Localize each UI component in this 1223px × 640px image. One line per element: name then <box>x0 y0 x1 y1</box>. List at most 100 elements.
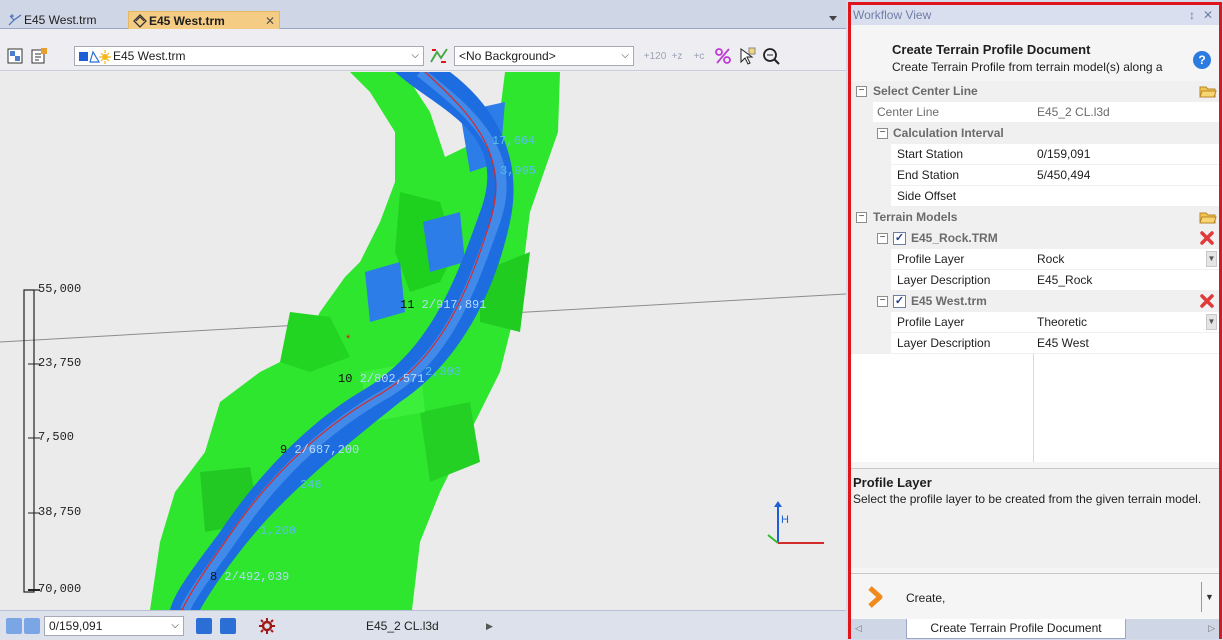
first-station-icon[interactable] <box>6 618 22 634</box>
collapse-icon[interactable]: − <box>856 212 867 223</box>
document-tabstrip: E45 West.trm E45 West.trm ✕ <box>0 0 846 29</box>
property-label: Profile Layer <box>897 315 965 329</box>
property-row-center-line[interactable]: Center Line E45_2 CL.l3d <box>851 102 1219 123</box>
label-120-icon[interactable]: +120 <box>643 45 667 67</box>
previous-station-icon[interactable] <box>24 618 40 634</box>
workflow-header-description: Create Terrain Profile from terrain mode… <box>892 60 1163 74</box>
svg-text:*: * <box>346 333 351 345</box>
tab-create-terrain-profile-document[interactable]: Create Terrain Profile Document <box>906 619 1126 639</box>
remove-model-icon[interactable] <box>1199 230 1215 246</box>
category-select-center-line[interactable]: − Select Center Line <box>851 81 1219 102</box>
property-label: Layer Description <box>897 336 991 350</box>
property-value: Theoretic <box>1037 315 1088 329</box>
scale-label-3: 7,500 <box>38 430 75 444</box>
close-panel-icon[interactable]: ✕ <box>1203 5 1213 25</box>
property-label: End Station <box>897 168 960 182</box>
model-checkbox[interactable]: ✓ <box>893 295 906 308</box>
property-row-start-station[interactable]: Start Station 0/159,091 <box>851 144 1219 165</box>
center-line-label: E45_2 CL.l3d <box>366 619 439 633</box>
elevation-scale-bar <box>23 289 40 593</box>
row-gutter <box>851 165 891 186</box>
scale-label-2: 23,750 <box>38 356 82 370</box>
create-options-dropdown-icon[interactable]: ▼ <box>1201 582 1217 612</box>
terrain-model-row-west[interactable]: − ✓ E45 West.trm <box>851 291 1219 312</box>
svg-text:2,303: 2,303 <box>425 365 461 379</box>
row-gutter <box>851 249 891 270</box>
background-value: <No Background> <box>459 49 556 63</box>
zoom-icon[interactable] <box>760 45 782 67</box>
collapse-icon[interactable]: − <box>877 233 888 244</box>
document-area: E45 West.trm E45 West.trm ✕ E45 West.trm… <box>0 0 846 640</box>
tab-e45-west-inactive[interactable]: E45 West.trm <box>4 11 124 29</box>
description-text: Select the profile layer to be created f… <box>853 492 1202 506</box>
property-value: E45_Rock <box>1037 273 1093 287</box>
label-z-icon[interactable]: +z <box>666 45 688 67</box>
station-marker: 11 2/917,891 <box>400 298 487 312</box>
row-gutter <box>851 291 873 312</box>
open-folder-icon[interactable] <box>1199 83 1217 99</box>
workflow-header: Create Terrain Profile Document Create T… <box>851 25 1219 85</box>
terrain-model-select[interactable]: E45 West.trm ⌵ <box>74 46 424 66</box>
dropdown-arrow-icon[interactable]: ▼ <box>1206 251 1217 267</box>
terrain-3d-viewport[interactable]: 17,664 3,995 2,303 246 1,200 * 55,000 23… <box>0 72 846 610</box>
open-folder-icon[interactable] <box>1199 209 1217 225</box>
tab-e45-west-active[interactable]: E45 West.trm ✕ <box>128 11 280 29</box>
scale-label-5: 70,000 <box>38 582 82 596</box>
remove-model-icon[interactable] <box>1199 293 1215 309</box>
chevron-down-icon: ⌵ <box>411 50 419 61</box>
model-checkbox[interactable]: ✓ <box>893 232 906 245</box>
category-calculation-interval[interactable]: − Calculation Interval <box>851 123 1219 144</box>
help-icon[interactable]: ? <box>1193 51 1211 69</box>
category-label: Select Center Line <box>873 84 978 98</box>
next-station-icon[interactable] <box>196 618 212 634</box>
svg-text:3,995: 3,995 <box>500 164 536 178</box>
scale-label-4: 38,750 <box>38 505 82 519</box>
scroll-right-icon[interactable]: ▷ <box>1208 623 1215 634</box>
tab-label: E45 West.trm <box>24 13 97 27</box>
view-options-icon[interactable] <box>4 45 26 67</box>
property-row-profile-layer-rock[interactable]: Profile Layer Rock ▼ <box>851 249 1219 270</box>
property-value: E45_2 CL.l3d <box>1037 105 1110 119</box>
properties-icon[interactable] <box>28 45 50 67</box>
property-row-end-station[interactable]: End Station 5/450,494 <box>851 165 1219 186</box>
collapse-icon[interactable]: − <box>877 128 888 139</box>
settings-gear-icon[interactable] <box>258 617 276 635</box>
scale-label-1: 55,000 <box>38 282 82 296</box>
category-terrain-models[interactable]: − Terrain Models <box>851 207 1219 228</box>
terrain-model-row-rock[interactable]: − ✓ E45_Rock.TRM <box>851 228 1219 249</box>
dropdown-arrow-icon[interactable]: ▼ <box>1206 314 1217 330</box>
label-c-icon[interactable]: +c <box>688 45 710 67</box>
select-cursor-icon[interactable] <box>736 45 758 67</box>
property-label: Profile Layer <box>897 252 965 266</box>
tab-label: E45 West.trm <box>149 14 225 28</box>
pin-icon[interactable]: ↕ <box>1189 5 1195 25</box>
property-label: Start Station <box>897 147 964 161</box>
collapse-icon[interactable]: − <box>856 86 867 97</box>
row-gutter <box>851 312 891 333</box>
create-button[interactable]: Create, <box>906 591 945 605</box>
station-select[interactable]: 0/159,091 ⌵ <box>44 616 184 636</box>
line-drawing-icon <box>8 14 22 26</box>
last-station-icon[interactable] <box>220 618 236 634</box>
label-120-text: +120 <box>643 50 667 62</box>
property-label: Side Offset <box>897 189 957 203</box>
property-description-pane: Profile Layer Select the profile layer t… <box>851 468 1219 568</box>
create-arrow-icon[interactable] <box>867 586 891 608</box>
workflow-tabstrip: ◁ Create Terrain Profile Document ▷ <box>851 619 1219 639</box>
property-row-side-offset[interactable]: Side Offset <box>851 186 1219 207</box>
percent-filter-icon[interactable] <box>712 45 734 67</box>
close-tab-icon[interactable]: ✕ <box>265 12 275 30</box>
background-layer-icon[interactable] <box>428 45 450 67</box>
chevron-down-icon: ⌵ <box>621 50 629 61</box>
property-value: Rock <box>1037 252 1065 266</box>
expand-right-icon[interactable]: ▶ <box>486 621 493 632</box>
chevron-down-icon: ⌵ <box>171 620 179 631</box>
property-row-layer-description-rock[interactable]: Layer Description E45_Rock <box>851 270 1219 291</box>
tab-list-dropdown-icon[interactable] <box>828 13 838 23</box>
scroll-left-icon[interactable]: ◁ <box>855 623 862 634</box>
property-row-profile-layer-west[interactable]: Profile Layer Theoretic ▼ <box>851 312 1219 333</box>
workflow-header-title: Create Terrain Profile Document <box>892 42 1091 57</box>
background-select[interactable]: <No Background> ⌵ <box>454 46 634 66</box>
property-row-layer-description-west[interactable]: Layer Description E45 West <box>851 333 1219 354</box>
collapse-icon[interactable]: − <box>877 296 888 307</box>
